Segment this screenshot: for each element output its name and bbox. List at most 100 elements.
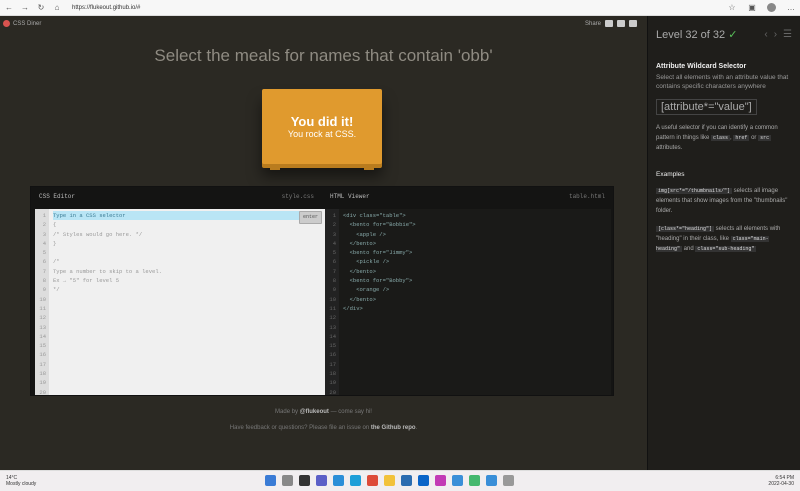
avatar[interactable] [767,3,776,12]
html-line[interactable]: <apple /> [343,230,607,239]
store-icon[interactable] [401,475,412,486]
mail-icon[interactable] [418,475,429,486]
html-line[interactable]: </bento> [343,267,607,276]
author-link[interactable]: @flukeout [300,409,329,415]
page-title: Select the meals for names that contain … [154,46,493,65]
usage-hint: A useful selector if you can identify a … [656,125,778,151]
credits: Made by @flukeout — come say hi! [0,409,647,415]
task-view-icon[interactable] [299,475,310,486]
more-icon[interactable]: … [786,3,796,13]
vscode-icon[interactable] [333,475,344,486]
collections-icon[interactable]: ▣ [747,3,757,13]
star-icon[interactable]: ☆ [727,3,737,13]
menu-icon[interactable]: ☰ [783,29,792,40]
back-icon[interactable]: ← [4,3,14,13]
clock[interactable]: 6:54 PM 2022-04-30 [768,475,794,487]
todo-icon[interactable] [452,475,463,486]
html-file-name: table.html [568,192,605,200]
example-2: [class*="heading"] selects all elements … [656,224,792,254]
selector-description: Select all elements with an attribute va… [656,74,789,90]
date: 2022-04-30 [768,481,794,487]
html-viewer-title: HTML Viewer [330,192,370,200]
address-bar[interactable]: https://flukeout.github.io/# [72,5,140,11]
email-icon[interactable] [605,20,613,27]
line-number: 20 [329,388,336,396]
facebook-icon[interactable] [617,20,625,27]
credits-suffix: — come say hi! [328,409,372,415]
success-subtitle: You rock at CSS. [287,129,357,139]
forward-icon[interactable]: → [20,3,30,13]
table-leg [364,164,374,170]
home-icon[interactable]: ⌂ [52,3,62,13]
twitter-icon[interactable] [629,20,637,27]
enter-button[interactable]: enter [298,211,322,225]
code-line: */ [53,286,60,294]
html-code[interactable]: <div class="table"> <bento for="Bobbie">… [339,209,611,395]
start-icon[interactable] [265,475,276,486]
app-icon[interactable] [486,475,497,486]
line-number: 5 [332,249,336,257]
selector-syntax: [attribute*="value"] [656,99,757,115]
line-number: 2 [332,221,336,229]
css-editor[interactable]: 1 2 3 4 5 6 7 8 9 10 11 12 13 14 15 16 17 18 19 20 enter Ty… [35,209,325,396]
html-line[interactable]: </div> [343,304,607,313]
chat-icon[interactable] [316,475,327,486]
prev-level-icon[interactable]: ‹ [764,29,767,40]
line-number: 3 [42,230,46,238]
line-number: 2 [42,221,46,229]
success-plate: You did it! You rock at CSS. [262,89,382,164]
line-number: 19 [39,379,46,387]
line-number: 8 [42,277,46,285]
github-link[interactable]: the Github repo [371,425,416,431]
html-line[interactable]: <orange /> [343,285,607,294]
example-1: img[src*="/thumbnails/"] selects all ima… [656,186,792,216]
logo[interactable]: CSS Diner [3,20,41,27]
refresh-icon[interactable]: ↻ [36,3,46,13]
css-file-name: style.css [281,192,314,200]
line-number: 13 [39,323,46,331]
example-code: [class*="heading"] [656,226,715,232]
line-number: 18 [329,370,336,378]
level-indicator[interactable]: Level 32 of 32 [656,29,725,41]
html-line[interactable]: <bento for="Jimmy"> [343,248,607,257]
folder-icon[interactable] [384,475,395,486]
html-line[interactable]: </bento> [343,295,607,304]
editor-window: CSS Editor style.css HTML Viewer table.htm… [30,186,614,396]
edge-icon[interactable] [350,475,361,486]
next-level-icon[interactable]: › [774,29,777,40]
line-number: 13 [329,323,336,331]
line-number: 20 [39,388,46,396]
app-icon[interactable] [469,475,480,486]
html-line[interactable]: <div class="table"> [343,211,607,220]
line-number: 6 [42,258,46,266]
html-line[interactable]: </bento> [343,239,607,248]
css-input[interactable]: enter Type in a CSS selector{/* Styles w… [49,209,325,395]
app-icon[interactable] [503,475,514,486]
usage-suffix: attributes. [656,145,683,151]
code-href: href [733,135,750,141]
logo-icon [3,20,10,27]
logo-text: CSS Diner [13,20,42,27]
search-icon[interactable] [282,475,293,486]
html-line[interactable]: <bento for="Bobbie"> [343,220,607,229]
examples-title: Examples [656,171,685,178]
weather-widget[interactable]: 14°C Mostly cloudy [6,475,36,487]
html-viewer[interactable]: 1 2 3 4 5 6 7 8 9 10 11 12 13 14 15 16 17 18 19 20 <div cla… [325,209,611,396]
html-line[interactable]: <pickle /> [343,257,607,266]
example-code: img[src*="/thumbnails/"] [656,188,733,194]
css-input-placeholder[interactable]: Type in a CSS selector [53,211,303,221]
line-number: 5 [42,249,46,257]
selector-heading: Attribute Wildcard Selector [656,63,747,70]
app-icon[interactable] [435,475,446,486]
line-number: 8 [332,277,336,285]
html-line[interactable]: <bento for="Bobby"> [343,276,607,285]
line-number: 1 [42,212,46,219]
line-number: 3 [332,230,336,238]
chrome-icon[interactable] [367,475,378,486]
line-number: 14 [329,332,336,340]
line-number: 9 [332,286,336,294]
example-code: class="sub-heading" [695,246,757,252]
line-number: 14 [39,332,46,340]
line-number: 12 [329,314,336,322]
line-number: 1 [332,212,336,219]
